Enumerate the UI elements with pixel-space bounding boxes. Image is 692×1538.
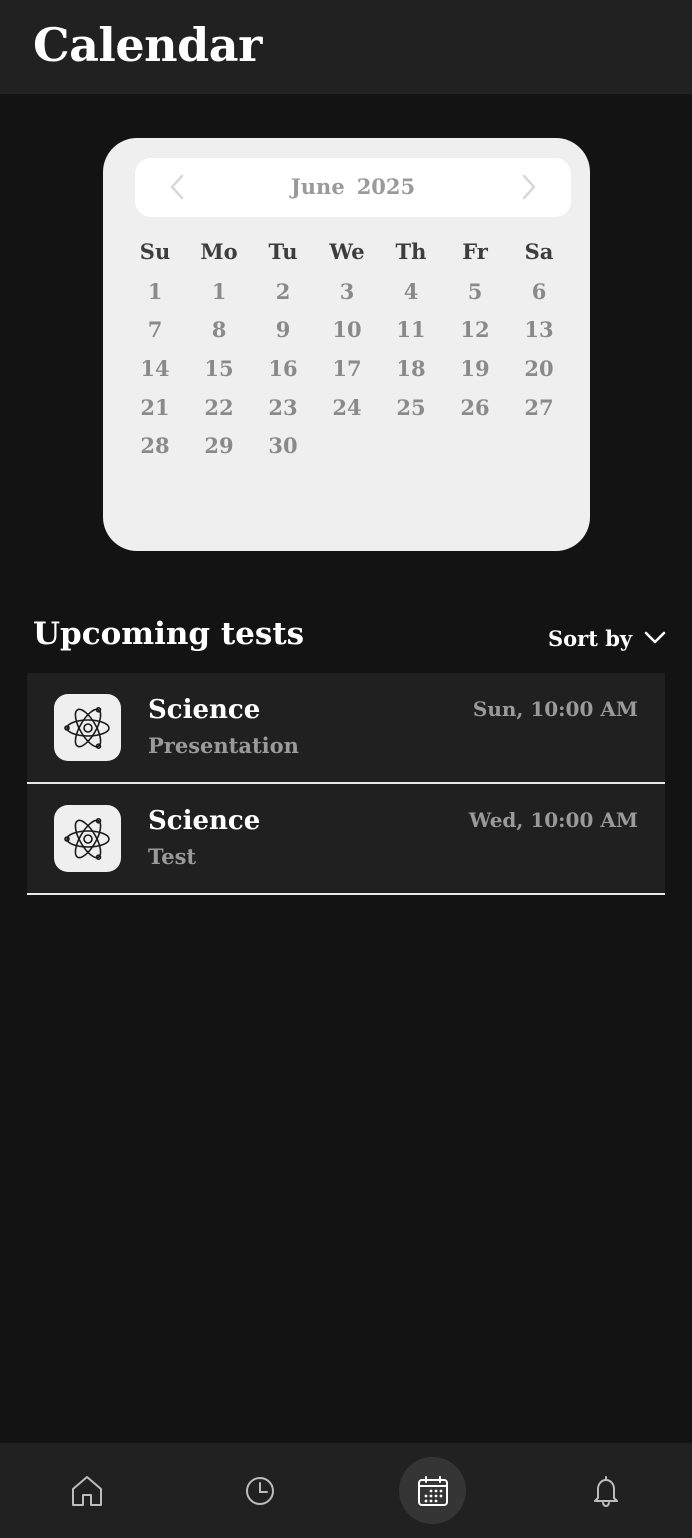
bottom-navigation [0,1443,692,1538]
sort-by-button[interactable]: Sort by [548,624,666,652]
test-type: Test [148,844,197,869]
test-list-item[interactable]: Science Test Wed, 10:00 AM [27,784,665,895]
calendar-day[interactable]: 12 [443,317,507,342]
calendar-week-row: 1 1 2 3 4 5 6 [123,279,571,309]
calendar-day[interactable]: 20 [507,356,571,381]
calendar-day[interactable]: 15 [187,356,251,381]
calendar-year: 2025 [356,174,416,199]
calendar-day[interactable]: 22 [187,395,251,420]
nav-history-button[interactable] [226,1457,293,1524]
nav-home-button[interactable] [53,1457,120,1524]
weekday-label: Mo [200,239,238,264]
calendar-day[interactable]: 29 [187,433,251,458]
app-header: Calendar [0,0,692,94]
next-month-button[interactable] [513,172,543,202]
weekday-label: We [329,239,365,264]
subject-icon-tile [54,805,121,872]
calendar-day[interactable]: 2 [251,279,315,304]
calendar-month: June [290,174,345,199]
weekday-label: Sa [524,239,554,264]
calendar-day[interactable]: 13 [507,317,571,342]
atom-icon [63,706,110,749]
calendar-day[interactable]: 27 [507,395,571,420]
weekday-header-row: Su Mo Tu We Th Fr Sa [123,239,571,269]
calendar-day[interactable]: 1 [123,279,187,304]
weekday-label: Fr [462,239,488,264]
sort-by-label: Sort by [548,625,633,651]
calendar-day[interactable]: 23 [251,395,315,420]
calendar-card: June 2025 Su Mo Tu We Th Fr Sa 1 1 2 3 4 … [103,138,590,551]
calendar-day[interactable]: 26 [443,395,507,420]
test-datetime: Wed, 10:00 AM [468,808,638,832]
test-subject: Science [148,695,261,725]
weekday-label: Th [395,239,427,264]
calendar-day[interactable]: 17 [315,356,379,381]
calendar-day[interactable]: 8 [187,317,251,342]
calendar-day[interactable]: 25 [379,395,443,420]
page-title: Calendar [33,18,262,72]
calendar-month-nav: June 2025 [135,158,571,217]
test-type: Presentation [148,733,299,758]
subject-icon-tile [54,694,121,761]
calendar-day[interactable]: 18 [379,356,443,381]
test-list-item[interactable]: Science Presentation Sun, 10:00 AM [27,673,665,784]
calendar-day[interactable]: 1 [187,279,251,304]
calendar-day[interactable]: 3 [315,279,379,304]
calendar-week-row: 21 22 23 24 25 26 27 [123,395,571,425]
calendar-week-row: 7 8 9 10 11 12 13 [123,317,571,347]
clock-icon [245,1476,274,1505]
calendar-day[interactable]: 5 [443,279,507,304]
calendar-day[interactable]: 4 [379,279,443,304]
calendar-day[interactable]: 7 [123,317,187,342]
test-datetime: Sun, 10:00 AM [472,697,638,721]
calendar-icon [417,1475,448,1506]
calendar-day[interactable]: 9 [251,317,315,342]
chevron-right-icon [522,174,536,200]
nav-calendar-button[interactable] [399,1457,466,1524]
calendar-day[interactable]: 6 [507,279,571,304]
weekday-label: Su [139,239,171,264]
calendar-day[interactable]: 28 [123,433,187,458]
calendar-week-row: 28 29 30 [123,433,571,463]
upcoming-tests-title: Upcoming tests [33,616,305,652]
nav-notifications-button[interactable] [572,1457,639,1524]
chevron-down-icon [644,631,666,644]
test-subject: Science [148,806,261,836]
home-icon [71,1475,102,1506]
calendar-day[interactable]: 19 [443,356,507,381]
calendar-day[interactable]: 24 [315,395,379,420]
calendar-month-title: June 2025 [135,174,571,199]
calendar-day[interactable]: 11 [379,317,443,342]
calendar-week-row: 14 15 16 17 18 19 20 [123,356,571,386]
calendar-day[interactable]: 30 [251,433,315,458]
atom-icon [63,817,110,860]
calendar-day[interactable]: 10 [315,317,379,342]
calendar-day[interactable]: 21 [123,395,187,420]
calendar-day[interactable]: 16 [251,356,315,381]
bell-icon [593,1475,618,1507]
calendar-day[interactable]: 14 [123,356,187,381]
weekday-label: Tu [268,239,298,264]
